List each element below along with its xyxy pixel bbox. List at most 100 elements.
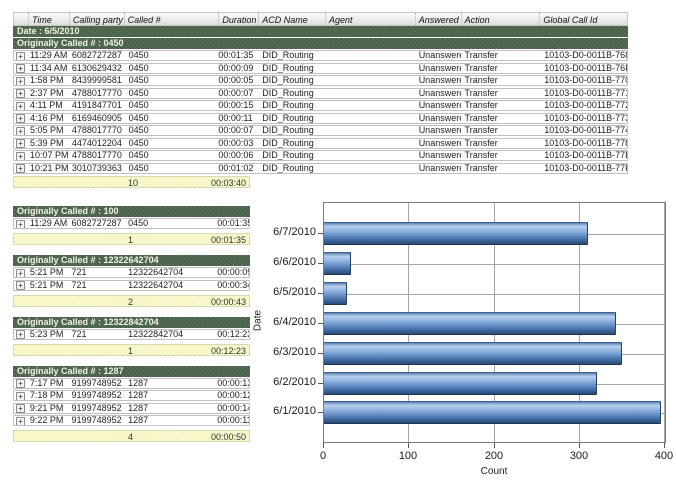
expand-plus-icon[interactable]: + (16, 114, 25, 123)
table-header-row: TimeCalling party #Called #DurationACD N… (13, 12, 628, 26)
date-group-band: Date : 6/5/2010 (13, 26, 628, 37)
cell-duration: 00:00:15 (218, 101, 258, 110)
cell-action: Transfer (461, 101, 540, 110)
x-axis-tick (408, 443, 409, 448)
cell-answered: Unanswered (415, 101, 461, 110)
summary-count: 4 (128, 432, 133, 442)
x-tick-label: 400 (642, 450, 676, 462)
table-row: +5:05 PM4788017770045000:00:07DID_Routin… (13, 125, 628, 136)
cell-time: 9:21 PM (28, 404, 69, 413)
cell-agent (325, 76, 415, 85)
cell-calling-party: 6130629432 (69, 64, 124, 73)
cell-acd-name: DID_Routing (258, 139, 325, 148)
cell-global-call-id: 10103-D0-0011B-778 (539, 139, 627, 148)
y-axis-tick (318, 323, 323, 324)
expand-plus-icon[interactable]: + (16, 220, 25, 229)
cell-answered: Unanswered (415, 51, 461, 60)
chart-plot-area (323, 202, 666, 443)
cell-calling-party: 721 (69, 281, 124, 290)
summary-count: 2 (128, 297, 133, 307)
cell-duration: 00:00:34 (217, 281, 249, 290)
expand-cell: + (14, 101, 28, 110)
call-report-table: TimeCalling party #Called #DurationACD N… (13, 12, 628, 188)
cell-global-call-id: 10103-D0-0011B-768 (539, 51, 627, 60)
expand-plus-icon[interactable]: + (16, 139, 25, 148)
column-header-calling-party-: Calling party # (69, 13, 124, 25)
expand-plus-icon[interactable]: + (16, 89, 25, 98)
column-header-duration: Duration (218, 13, 258, 25)
cell-action: Transfer (461, 126, 540, 135)
column-header-action: Action (461, 13, 540, 25)
table-row: +9:22 PM9199748952128700:00:11 (13, 415, 250, 426)
cell-duration: 00:00:09 (218, 64, 258, 73)
cell-called-number: 1287 (123, 404, 217, 413)
x-tick-label: 200 (472, 450, 516, 462)
cell-time: 11:29 AM (28, 219, 69, 228)
cell-duration: 00:01:02 (218, 164, 258, 173)
y-tick-label: 6/6/2010 (266, 256, 316, 268)
expand-plus-icon[interactable]: + (16, 52, 25, 61)
expand-plus-icon[interactable]: + (16, 164, 25, 173)
cell-duration: 00:12:23 (217, 330, 249, 339)
expand-cell: + (14, 416, 28, 425)
cell-duration: 00:00:14 (217, 404, 249, 413)
cell-agent (325, 114, 415, 123)
table-row: +7:17 PM9199748952128700:00:13 (13, 378, 250, 389)
cell-duration: 00:00:12 (217, 391, 249, 400)
expand-plus-icon[interactable]: + (16, 379, 25, 388)
y-tick-label: 6/4/2010 (266, 316, 316, 328)
cell-called-number: 12322842704 (123, 330, 217, 339)
expand-cell: + (14, 151, 28, 160)
expand-plus-icon[interactable]: + (16, 127, 25, 136)
cell-time: 9:22 PM (28, 416, 69, 425)
cell-acd-name: DID_Routing (258, 164, 325, 173)
cell-answered: Unanswered (415, 164, 461, 173)
cell-answered: Unanswered (415, 114, 461, 123)
expand-plus-icon[interactable]: + (16, 269, 25, 278)
expand-cell: + (14, 330, 28, 339)
cell-agent (325, 139, 415, 148)
originally-called-group: Originally Called # : 12322642704+5:21 P… (13, 255, 250, 307)
expand-plus-icon[interactable]: + (16, 281, 25, 290)
cell-action: Transfer (461, 76, 540, 85)
expand-plus-icon[interactable]: + (16, 64, 25, 73)
y-axis-tick (318, 263, 323, 264)
table-row: +7:18 PM9199748952128700:00:12 (13, 390, 250, 401)
originally-called-group: Originally Called # : 12322842704+5:23 P… (13, 317, 250, 356)
cell-called-number: 1287 (123, 379, 217, 388)
expand-plus-icon[interactable]: + (16, 404, 25, 413)
cell-duration: 00:00:05 (218, 76, 258, 85)
cell-answered: Unanswered (415, 76, 461, 85)
expand-cell: + (14, 379, 28, 388)
cell-time: 10:21 PM (28, 164, 69, 173)
cell-called-number: 12322642704 (123, 281, 217, 290)
expand-plus-icon[interactable]: + (16, 392, 25, 401)
x-tick-label: 0 (301, 450, 345, 462)
expand-plus-icon[interactable]: + (16, 77, 25, 86)
expand-cell: + (14, 139, 28, 148)
cell-action: Transfer (461, 89, 540, 98)
cell-called-number: 0450 (124, 126, 219, 135)
group-band: Originally Called # : 12322842704 (13, 317, 250, 328)
column-header-acd-name: ACD Name (258, 13, 325, 25)
cell-time: 5:05 PM (28, 126, 69, 135)
expand-plus-icon[interactable]: + (16, 152, 25, 161)
table-row: +9:21 PM9199748952128700:00:14 (13, 403, 250, 414)
cell-answered: Unanswered (415, 126, 461, 135)
x-axis-tick (579, 443, 580, 448)
cell-called-number: 0450 (124, 101, 219, 110)
cell-called-number: 0450 (124, 139, 219, 148)
cell-calling-party: 721 (69, 268, 124, 277)
cell-called-number: 0450 (124, 64, 219, 73)
vertical-gridline (664, 203, 665, 442)
expand-cell: + (14, 164, 28, 173)
expand-cell: + (14, 268, 28, 277)
cell-duration: 00:00:06 (218, 151, 258, 160)
y-axis-tick (318, 293, 323, 294)
expand-plus-icon[interactable]: + (16, 102, 25, 111)
group-summary-row: 100:12:23 (13, 344, 250, 356)
expand-plus-icon[interactable]: + (16, 330, 25, 339)
cell-acd-name: DID_Routing (258, 64, 325, 73)
summary-count: 1 (128, 235, 133, 245)
expand-plus-icon[interactable]: + (16, 417, 25, 426)
